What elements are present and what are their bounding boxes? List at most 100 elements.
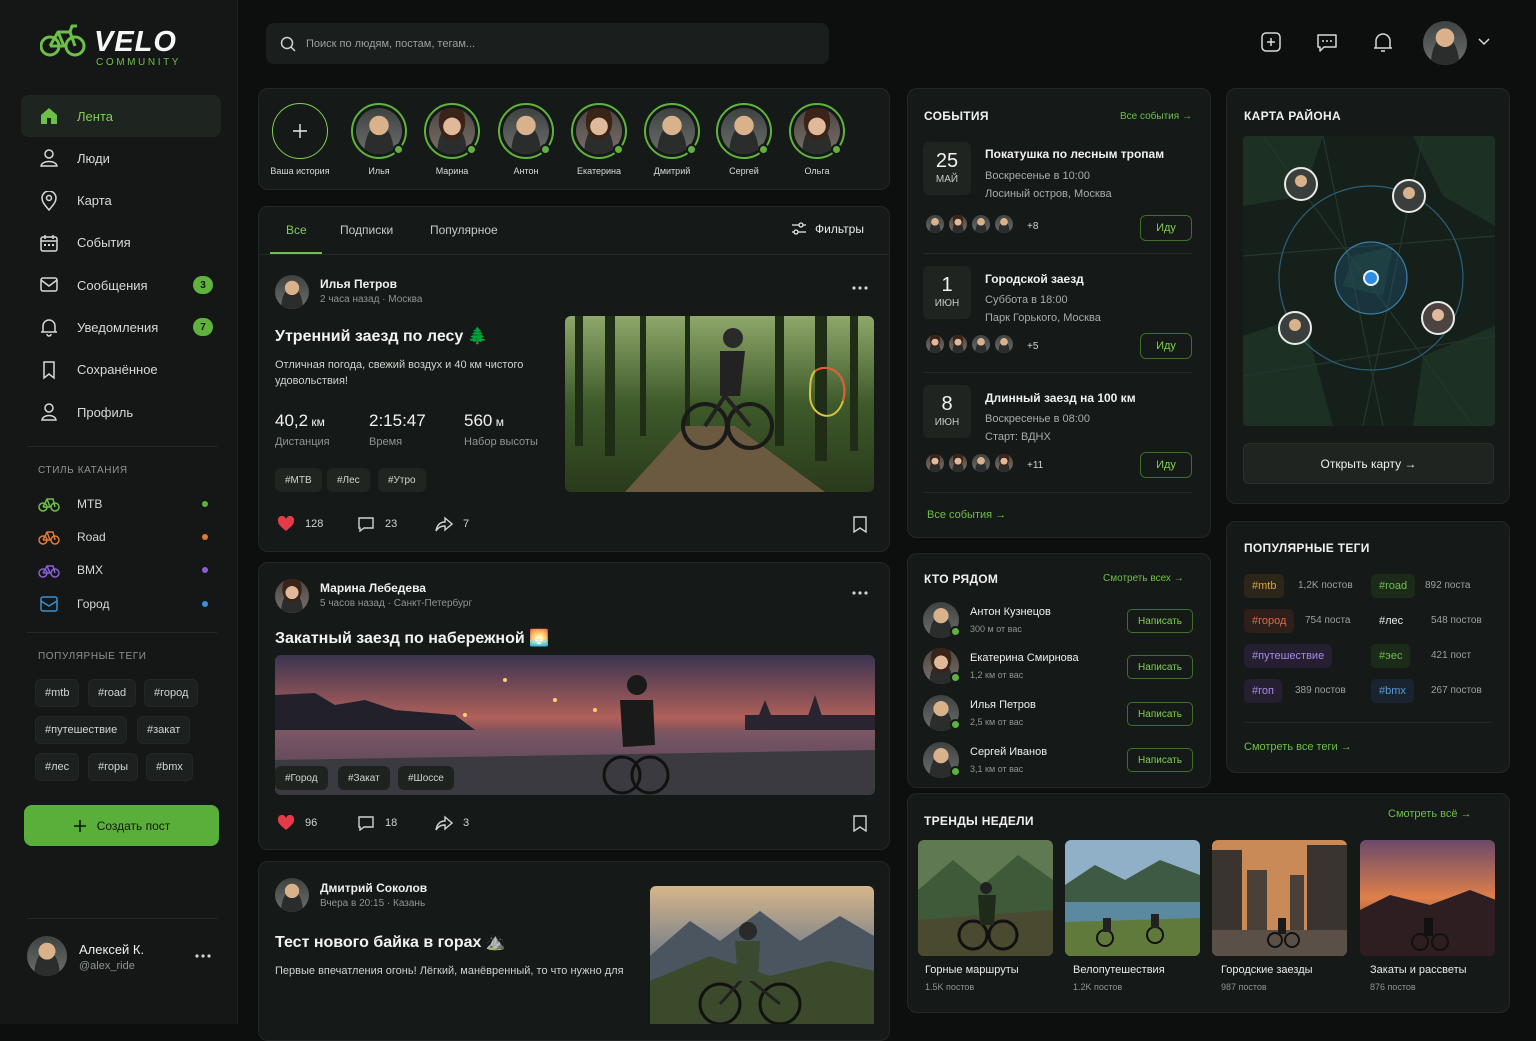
tab-all[interactable]: Все — [286, 223, 307, 237]
attend-button[interactable]: Иду — [1140, 215, 1192, 241]
story-item[interactable]: Ольга — [787, 103, 847, 176]
post-author[interactable]: Илья Петров — [320, 277, 397, 291]
story-item[interactable]: Сергей — [714, 103, 774, 176]
popular-tag[interactable]: #mtb — [1244, 574, 1285, 598]
style-item-city[interactable]: Город — [38, 591, 210, 617]
see-all-trends-link[interactable]: Смотреть всё → — [1388, 808, 1472, 820]
logo[interactable]: VELO COMMUNITY — [40, 24, 178, 68]
current-user-card[interactable]: Алексей К. @alex_ride — [27, 934, 217, 978]
post-image-forest-ride[interactable] — [565, 316, 874, 492]
filters-button[interactable]: Фильтры — [791, 222, 864, 236]
nav-item-profile[interactable]: Профиль — [21, 391, 221, 433]
style-item-road[interactable]: Road — [38, 524, 210, 550]
nav-item-map[interactable]: Карта — [21, 180, 221, 222]
post-author[interactable]: Марина Лебедева — [320, 581, 426, 595]
more-dots-icon[interactable] — [852, 286, 868, 290]
story-item[interactable]: Екатерина — [569, 103, 629, 176]
attend-button[interactable]: Иду — [1140, 333, 1192, 359]
nav-item-feed[interactable]: Лента — [21, 95, 221, 137]
story-item[interactable]: Марина — [422, 103, 482, 176]
post-hashtag[interactable]: #Шоссе — [398, 766, 454, 790]
sidebar-tag[interactable]: #город — [144, 679, 199, 707]
post-hashtag[interactable]: #Лес — [327, 468, 370, 492]
search-input[interactable]: Поиск по людям, постам, тегам... — [306, 38, 475, 50]
comment-button[interactable]: 23 — [357, 516, 397, 532]
popular-tag[interactable]: #гоп — [1244, 679, 1282, 703]
nearby-name[interactable]: Илья Петров — [970, 699, 1036, 711]
popular-tag[interactable]: #эес — [1371, 644, 1411, 668]
popular-tag[interactable]: #лес — [1371, 609, 1411, 633]
nav-item-saved[interactable]: Сохранённое — [21, 349, 221, 391]
search-bar[interactable]: Поиск по людям, постам, тегам... — [266, 23, 829, 64]
like-button[interactable]: 128 — [277, 516, 323, 532]
write-message-button[interactable]: Написать — [1127, 609, 1193, 633]
post-hashtag[interactable]: #Закат — [338, 766, 390, 790]
popular-tag[interactable]: #bmx — [1371, 679, 1414, 703]
sidebar-tag[interactable]: #road — [88, 679, 137, 707]
story-item[interactable]: Илья — [349, 103, 409, 176]
nav-item-notifications[interactable]: Уведомления 7 — [21, 306, 221, 348]
nav-item-people[interactable]: Люди — [21, 137, 221, 179]
popular-tag[interactable]: #road — [1371, 574, 1416, 598]
author-avatar[interactable] — [275, 878, 309, 912]
story-add[interactable]: Ваша история — [270, 103, 330, 176]
trend-image-mountain[interactable] — [918, 840, 1053, 956]
tab-subscriptions[interactable]: Подписки — [340, 223, 393, 237]
style-item-bmx[interactable]: BMX — [38, 557, 210, 583]
trend-image-travel[interactable] — [1065, 840, 1200, 956]
bookmark-icon[interactable] — [853, 516, 867, 533]
profile-avatar[interactable] — [1423, 21, 1467, 65]
share-button[interactable]: 3 — [435, 815, 469, 831]
popular-tag[interactable]: #город — [1244, 609, 1295, 633]
sidebar-tag[interactable]: #mtb — [35, 679, 80, 707]
chat-icon[interactable] — [1315, 30, 1339, 54]
story-item[interactable]: Дмитрий — [642, 103, 702, 176]
more-dots-icon[interactable] — [195, 954, 211, 958]
comment-button[interactable]: 18 — [357, 815, 397, 831]
trend-name[interactable]: Горные маршруты — [925, 964, 1019, 976]
event-title[interactable]: Длинный заезд на 100 км — [985, 391, 1136, 405]
open-map-button[interactable]: Открыть карту → — [1243, 443, 1494, 484]
story-item[interactable]: Антон — [496, 103, 556, 176]
post-hashtag[interactable]: #Город — [275, 766, 328, 790]
event-title[interactable]: Городской заезд — [985, 272, 1084, 286]
sidebar-tag[interactable]: #bmx — [146, 753, 193, 781]
tab-popular[interactable]: Популярное — [430, 223, 498, 237]
attend-button[interactable]: Иду — [1140, 452, 1192, 478]
chevron-down-icon[interactable] — [1478, 38, 1490, 46]
notification-bell-icon[interactable] — [1371, 30, 1395, 54]
nearby-name[interactable]: Антон Кузнецов — [970, 606, 1051, 618]
style-item-mtb[interactable]: MTB — [38, 491, 210, 517]
share-button[interactable]: 7 — [435, 516, 469, 532]
post-image-mountain-ride[interactable] — [650, 886, 874, 1024]
author-avatar[interactable] — [275, 579, 309, 613]
sidebar-tag[interactable]: #горы — [88, 753, 139, 781]
post-hashtag[interactable]: #Утро — [378, 468, 426, 492]
sidebar-tag[interactable]: #лес — [35, 753, 80, 781]
author-avatar[interactable] — [275, 275, 309, 309]
more-dots-icon[interactable] — [852, 591, 868, 595]
nav-item-events[interactable]: События — [21, 222, 221, 264]
create-post-button[interactable]: Создать пост — [24, 805, 219, 846]
trend-image-sunset[interactable] — [1360, 840, 1495, 956]
bookmark-icon[interactable] — [853, 815, 867, 832]
district-map[interactable] — [1243, 136, 1495, 426]
see-all-nearby-link[interactable]: Смотреть всех → — [1103, 573, 1184, 584]
write-message-button[interactable]: Написать — [1127, 702, 1193, 726]
sidebar-tag[interactable]: #закат — [137, 716, 191, 744]
write-message-button[interactable]: Написать — [1127, 655, 1193, 679]
post-hashtag[interactable]: #MTB — [275, 468, 322, 492]
trend-name[interactable]: Городские заезды — [1221, 964, 1313, 976]
see-all-tags-link[interactable]: Смотреть все теги → — [1244, 741, 1352, 753]
trend-image-city[interactable] — [1212, 840, 1347, 956]
add-post-icon[interactable] — [1259, 30, 1283, 54]
popular-tag[interactable]: #путешествие — [1244, 644, 1333, 668]
write-message-button[interactable]: Написать — [1127, 748, 1193, 772]
trend-name[interactable]: Закаты и рассветы — [1370, 964, 1467, 976]
post-author[interactable]: Дмитрий Соколов — [320, 881, 427, 895]
event-title[interactable]: Покатушка по лесным тропам — [985, 147, 1164, 161]
nav-item-messages[interactable]: Сообщения 3 — [21, 264, 221, 306]
like-button[interactable]: 96 — [277, 815, 317, 831]
sidebar-tag[interactable]: #путешествие — [35, 716, 128, 744]
all-events-link[interactable]: Все события → — [1120, 111, 1192, 122]
